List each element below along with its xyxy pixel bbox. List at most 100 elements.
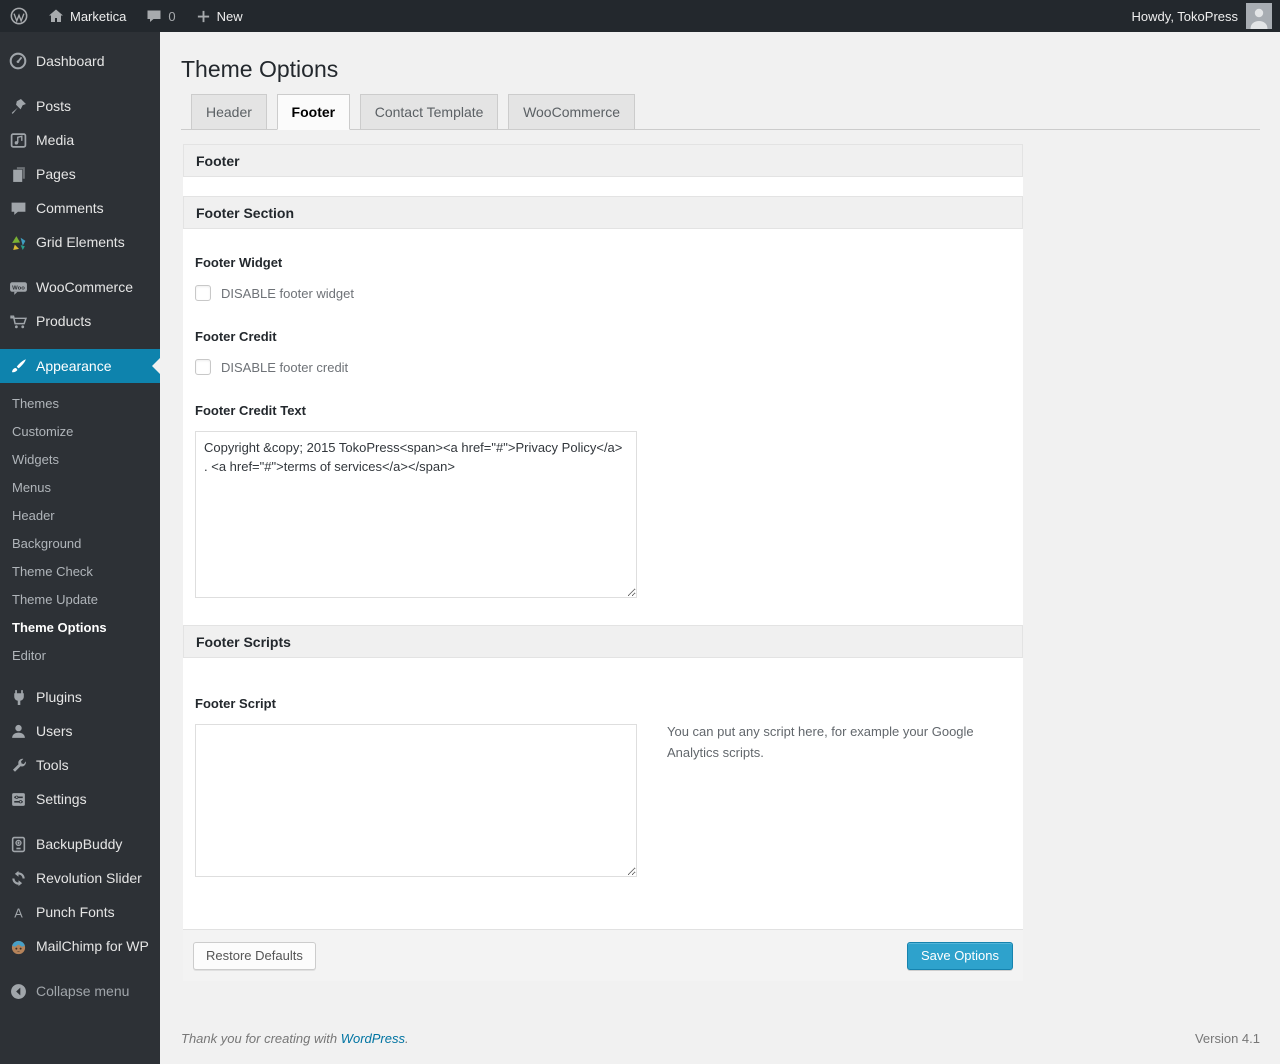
settings-icon <box>8 789 28 809</box>
sidebar-item-revolution-slider[interactable]: Revolution Slider <box>0 861 160 895</box>
sidebar-item-label: Dashboard <box>36 53 105 69</box>
sidebar-item-appearance[interactable]: Appearance <box>0 349 160 383</box>
tab-contact-template[interactable]: Contact Template <box>359 94 499 130</box>
new-label: New <box>216 8 243 24</box>
active-menu-arrow <box>152 358 160 374</box>
main-content: Theme Options Header Footer Contact Temp… <box>160 32 1280 1064</box>
sidebar-item-label: Appearance <box>36 358 112 374</box>
save-options-button[interactable]: Save Options <box>906 941 1013 970</box>
plus-icon <box>196 9 211 24</box>
sidebar-item-products[interactable]: Products <box>0 304 160 338</box>
disable-footer-widget-checkbox[interactable] <box>195 285 211 301</box>
footer-script-input[interactable] <box>195 724 637 877</box>
page-footer: Thank you for creating with WordPress. V… <box>181 1031 1260 1046</box>
sidebar-item-label: Media <box>36 132 75 148</box>
sidebar-item-users[interactable]: Users <box>0 714 160 748</box>
tab-woocommerce[interactable]: WooCommerce <box>508 94 636 130</box>
wordpress-logo-icon <box>10 7 28 25</box>
thanks-text: Thank you for creating with WordPress. <box>181 1031 409 1046</box>
appearance-submenu: Themes Customize Widgets Menus Header Ba… <box>0 383 160 680</box>
tab-footer[interactable]: Footer <box>276 94 351 130</box>
letter-a-icon: A <box>8 902 28 922</box>
backupbuddy-icon <box>8 834 28 854</box>
sidebar-item-label: MailChimp for WP <box>36 938 149 954</box>
grid-elements-icon <box>8 232 28 252</box>
new-content-menu[interactable]: New <box>186 0 253 32</box>
sidebar-item-settings[interactable]: Settings <box>0 782 160 816</box>
footer-script-help: You can put any script here, for example… <box>667 724 974 761</box>
panel-spacer <box>183 177 1023 196</box>
sidebar-item-label: Users <box>36 723 73 739</box>
wordpress-link[interactable]: WordPress <box>341 1031 405 1046</box>
submenu-item-theme-options[interactable]: Theme Options <box>0 614 160 642</box>
submenu-item-theme-update[interactable]: Theme Update <box>0 586 160 614</box>
home-icon <box>48 8 64 24</box>
sidebar-item-posts[interactable]: Posts <box>0 89 160 123</box>
sidebar-item-label: Products <box>36 313 92 329</box>
sidebar-item-dashboard[interactable]: Dashboard <box>0 44 160 78</box>
tab-bar: Header Footer Contact Template WooCommer… <box>181 93 1260 130</box>
sidebar-item-label: WooCommerce <box>36 279 133 295</box>
sidebar-item-label: Pages <box>36 166 76 182</box>
admin-bar: Marketica 0 New Howdy, TokoPress <box>0 0 1280 32</box>
svg-text:Woo: Woo <box>12 285 25 291</box>
sidebar-item-mailchimp[interactable]: MailChimp for WP <box>0 929 160 963</box>
sidebar-item-label: Revolution Slider <box>36 870 142 886</box>
site-link[interactable]: Marketica <box>38 0 136 32</box>
refresh-arrows-icon <box>8 868 28 888</box>
disable-footer-credit-label: DISABLE footer credit <box>221 359 349 375</box>
submenu-item-header[interactable]: Header <box>0 502 160 530</box>
sidebar-item-label: Posts <box>36 98 72 114</box>
footer-credit-label: Footer Credit <box>195 329 277 344</box>
pages-icon <box>8 164 28 184</box>
comments-shortcut[interactable]: 0 <box>136 0 185 32</box>
sidebar-item-label: Comments <box>36 200 104 216</box>
sidebar-item-woocommerce[interactable]: Woo WooCommerce <box>0 270 160 304</box>
sidebar-item-comments[interactable]: Comments <box>0 191 160 225</box>
footer-section-title: Footer Section <box>196 204 295 221</box>
sidebar-item-tools[interactable]: Tools <box>0 748 160 782</box>
media-icon <box>8 130 28 150</box>
sidebar-item-plugins[interactable]: Plugins <box>0 680 160 714</box>
appearance-brush-icon <box>8 356 28 376</box>
comment-bubble-icon <box>146 8 162 24</box>
site-name: Marketica <box>70 8 127 24</box>
footer-credit-text-input[interactable]: Copyright &copy; 2015 TokoPress<span><a … <box>195 431 637 598</box>
submenu-item-editor[interactable]: Editor <box>0 642 160 670</box>
version-text: Version 4.1 <box>1194 1031 1260 1046</box>
theme-options-panel: Footer Footer Section Footer Widget DISA… <box>183 144 1023 981</box>
submenu-item-theme-check[interactable]: Theme Check <box>0 558 160 586</box>
submenu-item-background[interactable]: Background <box>0 530 160 558</box>
sidebar-item-label: Tools <box>36 757 69 773</box>
footer-script-label: Footer Script <box>195 696 276 711</box>
sidebar-item-backupbuddy[interactable]: BackupBuddy <box>0 827 160 861</box>
panel-title-bar: Footer <box>183 144 1023 177</box>
sidebar-item-media[interactable]: Media <box>0 123 160 157</box>
sidebar-item-pages[interactable]: Pages <box>0 157 160 191</box>
submenu-item-themes[interactable]: Themes <box>0 390 160 418</box>
footer-scripts-title: Footer Scripts <box>196 633 291 650</box>
sidebar-item-punch-fonts[interactable]: A Punch Fonts <box>0 895 160 929</box>
disable-footer-credit-checkbox[interactable] <box>195 359 211 375</box>
restore-defaults-button[interactable]: Restore Defaults <box>193 941 316 970</box>
footer-widget-row: DISABLE footer widget <box>195 285 1011 301</box>
footer-credit-text-label: Footer Credit Text <box>195 403 306 418</box>
sidebar-item-grid-elements[interactable]: Grid Elements <box>0 225 160 259</box>
user-icon <box>8 721 28 741</box>
submenu-item-widgets[interactable]: Widgets <box>0 446 160 474</box>
sidebar-item-label: Plugins <box>36 689 82 705</box>
avatar <box>1246 3 1272 29</box>
panel-action-bar: Restore Defaults Save Options <box>183 929 1023 981</box>
footer-widget-label: Footer Widget <box>195 255 283 270</box>
wordpress-menu[interactable] <box>0 0 38 32</box>
tab-header[interactable]: Header <box>191 94 267 130</box>
submenu-item-customize[interactable]: Customize <box>0 418 160 446</box>
panel-title: Footer <box>196 152 240 169</box>
sidebar-item-collapse-menu[interactable]: Collapse menu <box>0 974 160 1008</box>
sidebar-item-label: BackupBuddy <box>36 836 123 852</box>
sidebar-item-label: Collapse menu <box>36 983 130 999</box>
thanks-prefix: Thank you for creating with <box>181 1031 341 1046</box>
account-menu[interactable]: Howdy, TokoPress <box>1132 0 1280 32</box>
submenu-item-menus[interactable]: Menus <box>0 474 160 502</box>
thanks-suffix: . <box>405 1031 409 1046</box>
